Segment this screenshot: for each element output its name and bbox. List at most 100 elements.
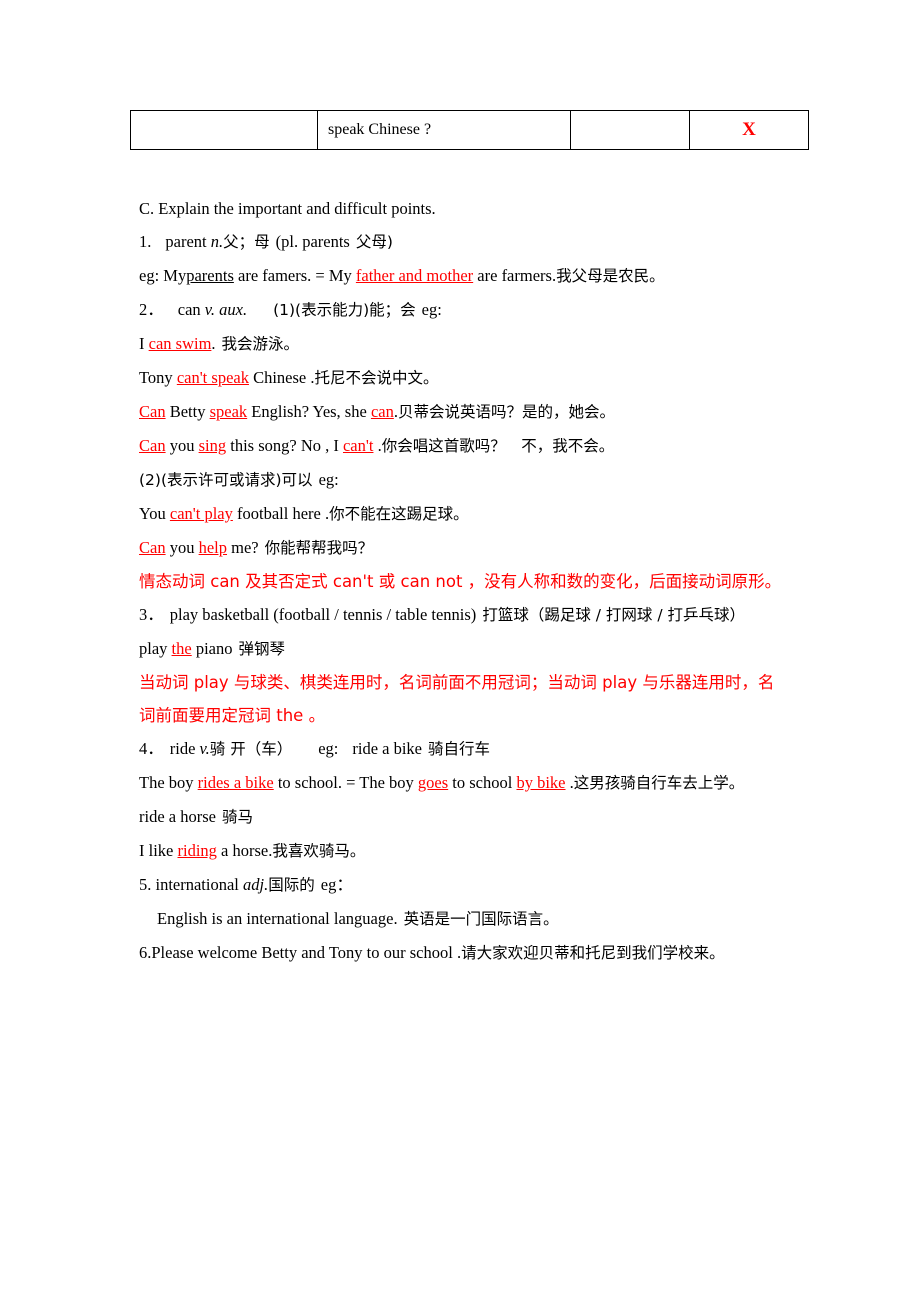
entry-3-number: 3． <box>139 605 164 624</box>
eg1-mid: are famers. = My <box>238 266 352 285</box>
document-page: speak Chinese ? X C. Explain the importa… <box>0 0 920 1302</box>
entry-4-ride: 4． ride v.骑 开（车） eg: ride a bike 骑自行车 <box>139 732 784 766</box>
table-cell-question[interactable]: speak Chinese ? <box>317 110 571 150</box>
example-can-swim: I can swim. 我会游泳。 <box>139 327 784 361</box>
l8-cn: 这男孩骑自行车去上学。 <box>573 774 745 792</box>
l10-a: I like <box>139 841 174 860</box>
entry-5-cn: 国际的 <box>268 876 315 894</box>
entry-4-pos: v. <box>199 739 210 758</box>
entry-4-phrase-cn: 骑自行车 <box>428 740 491 758</box>
entry-4-cn: 骑 开（车） <box>209 740 293 758</box>
answer-table-wrapper: speak Chinese ? X <box>130 110 809 150</box>
l4-a: you <box>169 436 195 455</box>
cross-mark-icon: X <box>742 118 756 140</box>
l4-red-sing: sing <box>198 436 227 455</box>
table-cell-blank-left[interactable] <box>130 110 318 150</box>
table-row: speak Chinese ? X <box>130 110 809 150</box>
l3-a: Betty <box>169 402 206 421</box>
l8-c: to school <box>452 773 513 792</box>
eg1-cn: 我父母是农民。 <box>556 267 665 285</box>
entry-3-en: play basketball (football / tennis / tab… <box>169 605 477 624</box>
l2-a: Tony <box>139 368 173 387</box>
l9-cn: 骑马 <box>221 808 253 826</box>
l5-b: football here . <box>237 504 330 523</box>
entry-5-example: English is an international language. 英语是… <box>139 902 784 936</box>
eg1-underline-parents: parents <box>186 266 234 285</box>
entry-5-word: international <box>155 875 239 894</box>
entry-3-play: 3． play basketball (football / tennis / t… <box>139 598 784 632</box>
entry-4-phrase: ride a bike <box>352 739 423 758</box>
l6-b: me? <box>231 538 259 557</box>
entry-1-example: eg: Myparents are famers. = My father an… <box>139 259 784 293</box>
entry-5-pos: adj. <box>243 875 269 894</box>
entry-1-plural-cn: 父母) <box>355 233 393 251</box>
entry-5-international: 5. international adj.国际的 eg： <box>139 868 784 902</box>
eg1-suffix: are farmers. <box>477 266 557 285</box>
entry-6-cn: 请大家欢迎贝蒂和托尼到我们学校来。 <box>461 944 725 962</box>
l10-red-riding: riding <box>177 841 217 860</box>
example-can-you-help: Can you help me? 你能帮帮我吗？ <box>139 531 784 565</box>
example-like-riding: I like riding a horse.我喜欢骑马。 <box>139 834 784 868</box>
entry-1-cn: 父；母 <box>223 233 270 251</box>
l8-red-goes: goes <box>417 773 449 792</box>
l8-red-by-bike: by bike <box>516 773 566 792</box>
entry-1-number: 1. <box>139 232 152 251</box>
l5-cn: 你不能在这踢足球。 <box>329 505 469 523</box>
l7-b: piano <box>195 639 233 658</box>
entry-2-sense-2-eg: eg: <box>318 470 339 489</box>
entry-6-number: 6. <box>139 943 152 962</box>
l4-red-can: Can <box>139 436 166 455</box>
l3-red-speak: speak <box>209 402 248 421</box>
l2-cn: 托尼不会说中文。 <box>314 369 439 387</box>
entry-4-number: 4． <box>139 739 164 758</box>
entry-2-word: can <box>177 300 201 319</box>
table-cell-mark[interactable]: X <box>689 110 809 150</box>
l6-red-can: Can <box>139 538 166 557</box>
l2-b: Chinese . <box>253 368 315 387</box>
note-modal-can: 情态动词 can 及其否定式 can't 或 can not ，没有人称和数的变… <box>139 572 782 591</box>
entry-5-number: 5. <box>139 875 152 894</box>
example-can-you-sing: Can you sing this song? No , I can't .你会… <box>139 429 784 463</box>
l3-cn: 贝蒂会说英语吗？是的，她会。 <box>397 403 615 421</box>
example-cant-speak: Tony can't speak Chinese .托尼不会说中文。 <box>139 361 784 395</box>
l3-red-can2: can <box>370 402 394 421</box>
entry-2-sense-2: (2)(表示许可或请求)可以 <box>139 471 313 489</box>
example-rides-a-bike: The boy rides a bike to school. = The bo… <box>139 766 784 800</box>
l8-a: The boy <box>139 773 194 792</box>
l6-red-help: help <box>198 538 228 557</box>
l1-b: . <box>211 334 216 353</box>
lesson-notes-body: C. Explain the important and difficult p… <box>139 192 784 970</box>
entry-6-sentence: Please welcome Betty and Tony to our sch… <box>151 943 462 962</box>
entry-1-pos: n. <box>210 232 224 251</box>
example-can-betty-speak: Can Betty speak English? Yes, she can.贝蒂… <box>139 395 784 429</box>
table-cell-blank-middle[interactable] <box>570 110 690 150</box>
l10-cn: 我喜欢骑马。 <box>272 842 366 860</box>
l7-red-the: the <box>171 639 192 658</box>
l8-b: to school. = The boy <box>277 773 414 792</box>
eg1-underline-father-mother: father and mother <box>355 266 474 285</box>
entry-2-sense-2-line: (2)(表示许可或请求)可以 eg: <box>139 463 784 497</box>
eg1-prefix: eg: My <box>139 266 187 285</box>
l2-red-cant-speak: can't speak <box>176 368 249 387</box>
l7-cn: 弹钢琴 <box>238 640 286 658</box>
l7-a: play <box>139 639 168 658</box>
example-play-the-piano: play the piano 弹钢琴 <box>139 632 784 666</box>
entry-6-welcome: 6.Please welcome Betty and Tony to our s… <box>139 936 784 970</box>
l9-en: ride a horse <box>139 807 216 826</box>
l10-b: a horse. <box>221 841 273 860</box>
section-heading: C. Explain the important and difficult p… <box>139 199 436 218</box>
phrase-ride-a-horse: ride a horse 骑马 <box>139 800 784 834</box>
entry-2-pos: v. aux. <box>204 300 248 319</box>
l3-red-can: Can <box>139 402 166 421</box>
example-cant-play: You can't play football here .你不能在这踢足球。 <box>139 497 784 531</box>
l3-b: English? Yes, she <box>251 402 367 421</box>
entry-5-sentence-cn: 英语是一门国际语言。 <box>403 910 559 928</box>
entry-1-parent: 1. parent n.父；母 (pl. parents 父母) <box>139 225 784 259</box>
l6-cn: 你能帮帮我吗？ <box>264 539 374 557</box>
entry-4-word: ride <box>169 739 196 758</box>
note-play-article: 当动词 play 与球类、棋类连用时，名词前面不用冠词；当动词 play 与乐器… <box>139 673 775 725</box>
entry-5-eg-label: eg： <box>320 875 353 894</box>
l4-cn: 你会唱这首歌吗？ 不，我不会。 <box>381 437 615 455</box>
l4-b: this song? No , I <box>230 436 339 455</box>
l5-a: You <box>139 504 166 523</box>
